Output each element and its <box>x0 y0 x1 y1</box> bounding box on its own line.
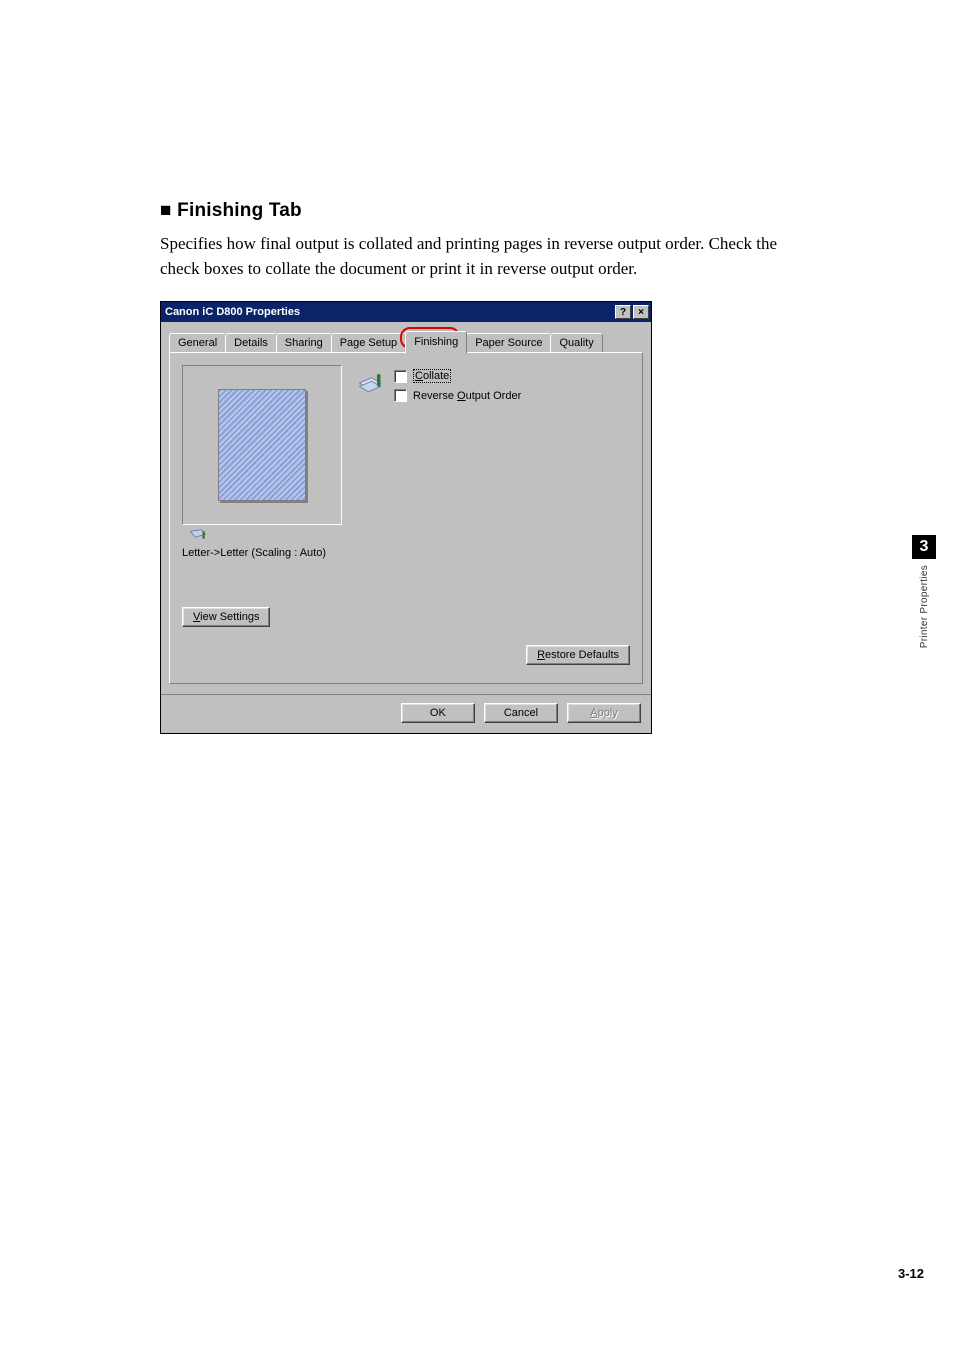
section-heading: ■ Finishing Tab <box>160 200 874 222</box>
apply-button[interactable]: Apply <box>567 703 641 723</box>
section-paragraph: Specifies how final output is collated a… <box>160 232 820 281</box>
tab-finishing[interactable]: Finishing <box>405 331 467 354</box>
tab-general[interactable]: General <box>169 333 226 352</box>
close-button[interactable]: × <box>633 305 649 319</box>
tab-page-setup[interactable]: Page Setup <box>331 333 407 352</box>
dialog-client: General Details Sharing Page Setup Finis… <box>161 322 651 694</box>
document-stack-icon <box>356 369 384 397</box>
page-preview <box>182 365 342 525</box>
ok-button[interactable]: OK <box>401 703 475 723</box>
tab-paper-source[interactable]: Paper Source <box>466 333 551 352</box>
tab-panel-finishing: Letter->Letter (Scaling : Auto) View Set… <box>169 352 643 684</box>
tab-sharing[interactable]: Sharing <box>276 333 332 352</box>
chapter-number-badge: 3 <box>912 535 936 559</box>
collate-checkbox[interactable] <box>394 370 407 383</box>
reverse-output-checkbox[interactable] <box>394 389 407 402</box>
dialog-footer: OK Cancel Apply <box>161 694 651 733</box>
output-tray-icon <box>189 528 207 542</box>
tab-strip: General Details Sharing Page Setup Finis… <box>169 330 643 352</box>
page-number: 3-12 <box>898 1266 924 1281</box>
titlebar: Canon iC D800 Properties ? × <box>161 302 651 322</box>
tab-quality[interactable]: Quality <box>550 333 602 352</box>
properties-dialog: Canon iC D800 Properties ? × General Det… <box>160 301 652 734</box>
preview-caption: Letter->Letter (Scaling : Auto) <box>182 547 342 559</box>
tab-details[interactable]: Details <box>225 333 277 352</box>
window-title: Canon iC D800 Properties <box>165 306 300 318</box>
paper-sheet-icon <box>218 389 306 501</box>
restore-defaults-button[interactable]: Restore Defaults <box>526 645 630 665</box>
collate-label: Collate <box>413 369 451 383</box>
cancel-button[interactable]: Cancel <box>484 703 558 723</box>
chapter-label: Printer Properties <box>919 565 930 648</box>
help-button[interactable]: ? <box>615 305 631 319</box>
view-settings-button[interactable]: View Settings <box>182 607 270 627</box>
chapter-side-tab: 3 Printer Properties <box>912 535 936 648</box>
reverse-output-label: Reverse Output Order <box>413 390 521 402</box>
